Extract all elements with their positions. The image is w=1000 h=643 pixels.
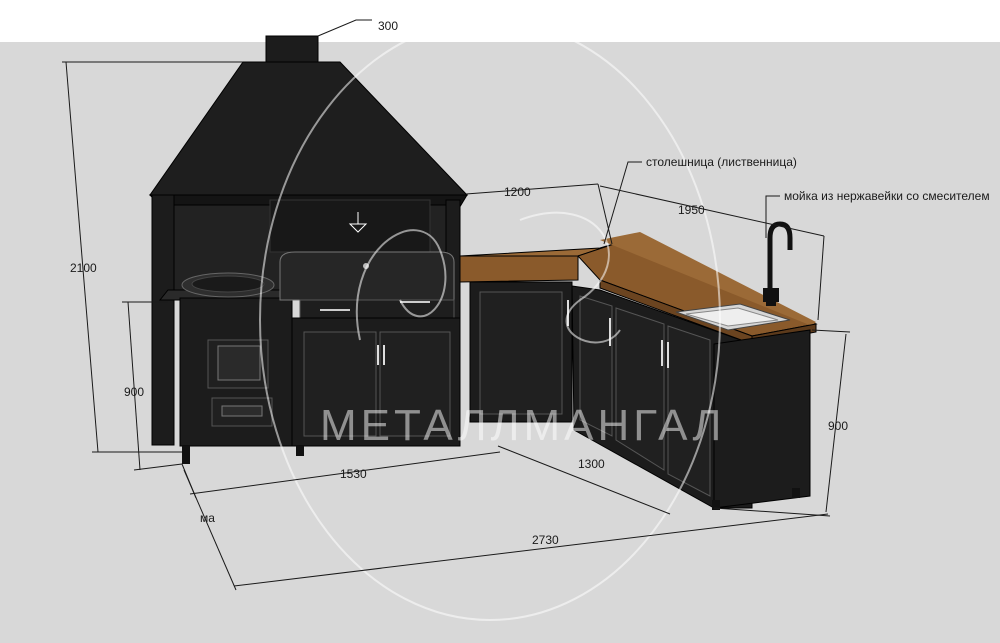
grill-lid [279, 251, 455, 301]
stove-leg [182, 446, 190, 464]
oven-glass [217, 345, 261, 381]
annotation-sink: мойка из нержавейки со смесителем [784, 189, 990, 203]
bbq-grill [279, 251, 455, 321]
grill-cabinet-leg [296, 446, 304, 456]
chimney [265, 35, 319, 63]
label-chimney-width: 300 [378, 19, 398, 33]
kitchen-drawing: МЕТАЛЛМАНГАЛ 300 2100 1200 1950 900 900 … [0, 0, 1000, 643]
countertop-front [459, 255, 579, 283]
label-side-length: 1300 [578, 457, 605, 471]
label-cabinet-height-left: 900 [124, 385, 144, 399]
stove-unit [158, 272, 302, 464]
label-fragment: ма [200, 511, 215, 525]
faucet-base [766, 298, 776, 306]
diagram-canvas: МЕТАЛЛМАНГАЛ 300 2100 1200 1950 900 900 … [0, 0, 1000, 643]
cabinet-right-body [713, 329, 811, 509]
watermark-text: МЕТАЛЛМАНГАЛ [320, 401, 725, 450]
label-total-height: 2100 [70, 261, 97, 275]
frame-top-shelf [269, 199, 431, 253]
stove-kazan-inner [191, 275, 265, 293]
annotation-countertop: столешница (лиственница) [646, 155, 797, 169]
ash-drawer-slot [221, 405, 263, 417]
label-front-length: 1530 [340, 467, 367, 481]
label-cabinet-height-right: 900 [828, 419, 848, 433]
label-depth-right: 1950 [678, 203, 705, 217]
label-overall-length: 2730 [532, 533, 559, 547]
cabinet-leg-right [792, 488, 800, 498]
label-depth-left: 1200 [504, 185, 531, 199]
frame-left-post [151, 194, 175, 446]
cabinet-front-door [479, 291, 563, 415]
